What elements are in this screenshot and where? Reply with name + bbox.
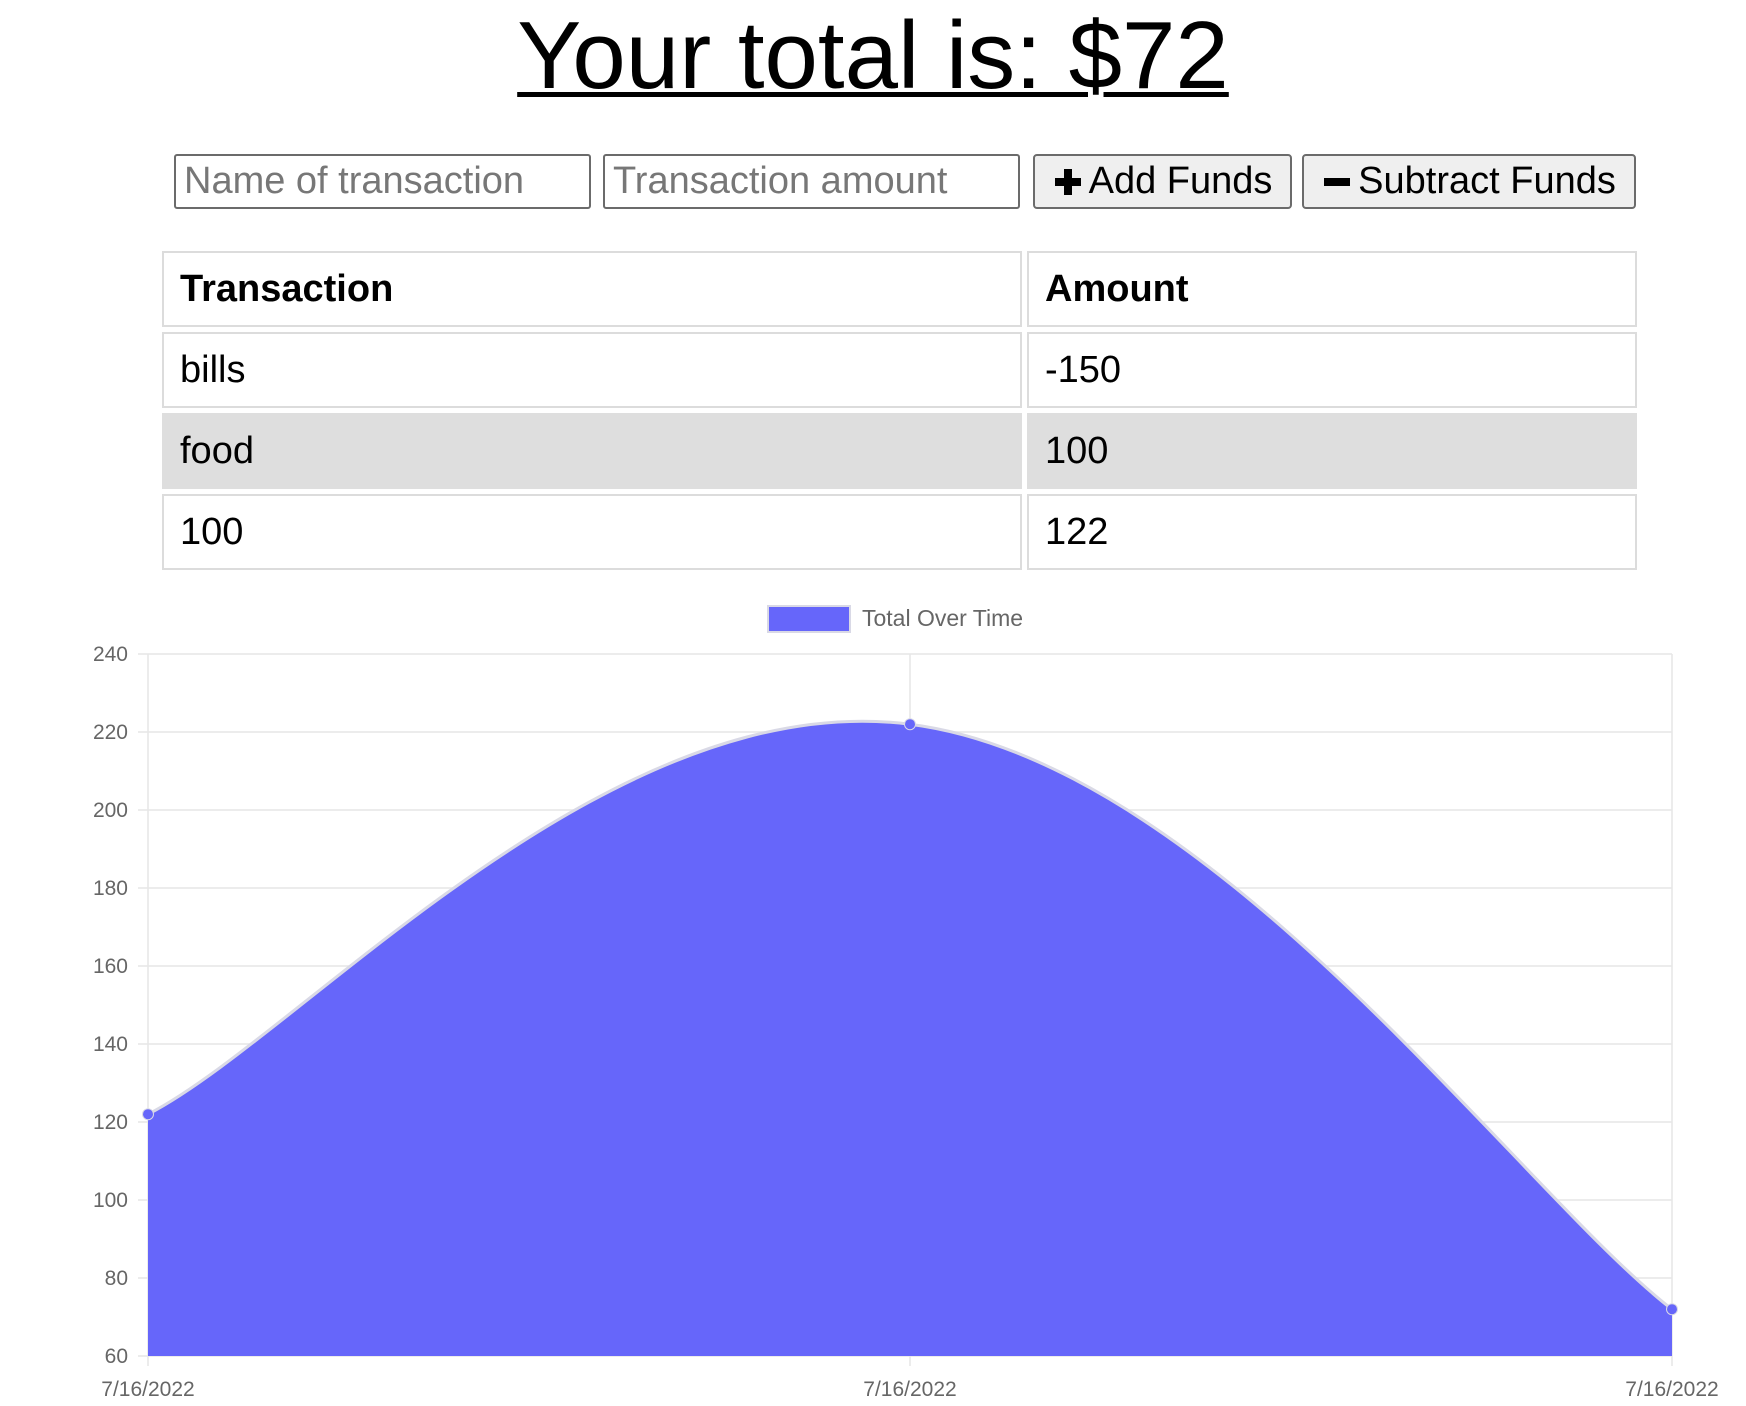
y-tick-label: 240 xyxy=(93,643,128,666)
transaction-name-cell: 100 xyxy=(162,494,1022,570)
budget-page: Your total is: $72 Add Funds Subtract Fu… xyxy=(0,0,1746,1406)
subtract-funds-button[interactable]: Subtract Funds xyxy=(1302,154,1636,209)
transaction-name-cell: food xyxy=(162,413,1022,489)
transactions-table: Transaction Amount bills -150 food 100 1… xyxy=(157,246,1642,575)
x-tick-label: 7/16/2022 xyxy=(1625,1378,1718,1401)
x-tick-label: 7/16/2022 xyxy=(863,1378,956,1401)
total-text: Your total is: $72 xyxy=(517,2,1229,109)
table-header-row: Transaction Amount xyxy=(162,251,1637,327)
y-tick-label: 80 xyxy=(105,1267,128,1290)
table-row: bills -150 xyxy=(162,332,1637,408)
y-tick-label: 120 xyxy=(93,1111,128,1134)
transaction-name-cell: bills xyxy=(162,332,1022,408)
legend-swatch xyxy=(767,605,851,633)
y-tick-label: 160 xyxy=(93,955,128,978)
chart-canvas: 240 220 200 180 160 140 120 100 80 60 7/16/2022 7/1… xyxy=(93,605,1719,1401)
transaction-name-input[interactable] xyxy=(174,154,591,209)
total-heading: Your total is: $72 xyxy=(0,6,1746,106)
transaction-amount-input[interactable] xyxy=(603,154,1020,209)
plus-icon xyxy=(1053,167,1083,197)
table-row: food 100 xyxy=(162,413,1637,489)
add-funds-button[interactable]: Add Funds xyxy=(1033,154,1292,209)
legend-label: Total Over Time xyxy=(862,605,1023,631)
total-over-time-chart: 240 220 200 180 160 140 120 100 80 60 7/16/2022 7/1… xyxy=(0,596,1746,1406)
subtract-funds-label: Subtract Funds xyxy=(1358,160,1616,202)
minus-icon xyxy=(1322,167,1352,197)
y-tick-label: 100 xyxy=(93,1189,128,1212)
header-amount: Amount xyxy=(1027,251,1637,327)
y-tick-label: 140 xyxy=(93,1033,128,1056)
series-area xyxy=(148,721,1672,1356)
data-point xyxy=(142,1108,154,1121)
y-tick-label: 200 xyxy=(93,799,128,822)
header-transaction: Transaction xyxy=(162,251,1022,327)
x-tick-label: 7/16/2022 xyxy=(101,1378,194,1401)
y-tick-label: 60 xyxy=(105,1345,128,1368)
add-funds-label: Add Funds xyxy=(1088,160,1273,202)
y-tick-label: 180 xyxy=(93,877,128,900)
data-point xyxy=(1666,1303,1678,1316)
transaction-amount-cell: 122 xyxy=(1027,494,1637,570)
transaction-amount-cell: 100 xyxy=(1027,413,1637,489)
transaction-amount-cell: -150 xyxy=(1027,332,1637,408)
y-tick-label: 220 xyxy=(93,721,128,744)
data-point xyxy=(904,718,916,731)
table-row: 100 122 xyxy=(162,494,1637,570)
